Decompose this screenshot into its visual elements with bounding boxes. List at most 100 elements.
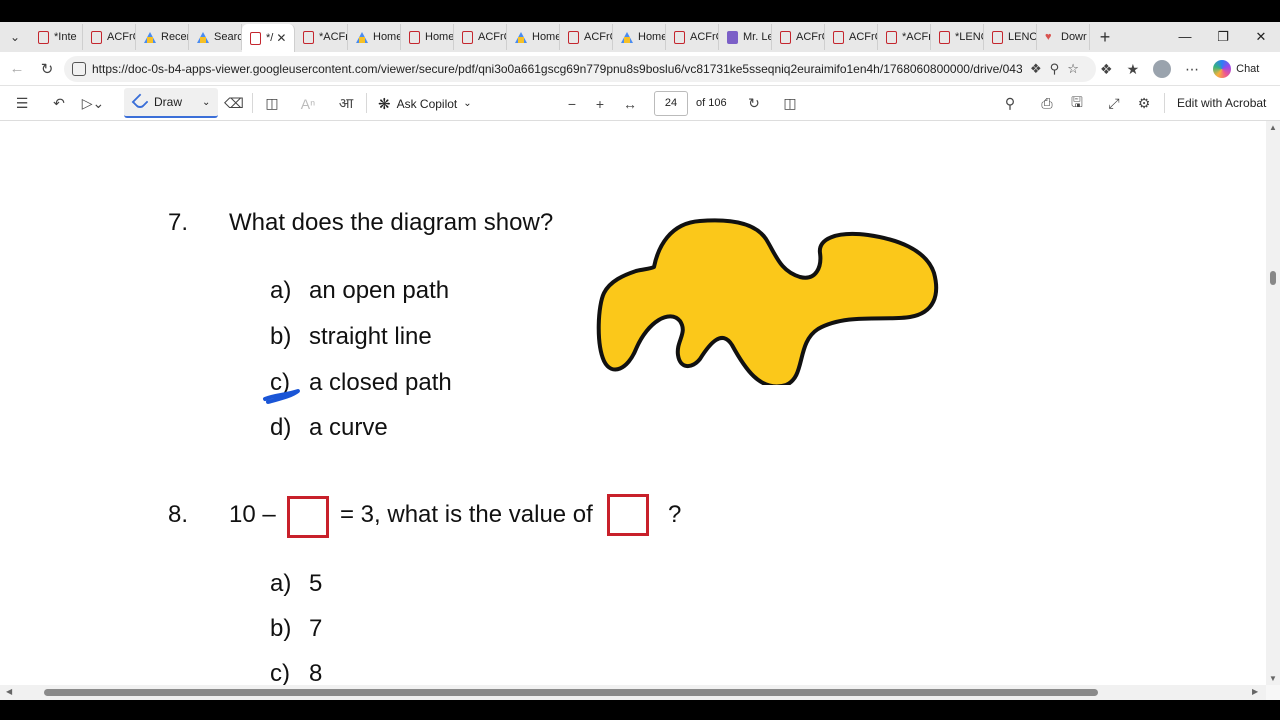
extensions-icon[interactable]: ❖ — [1100, 61, 1113, 78]
url-text[interactable]: https://doc-0s-b4-apps-viewer.googleuser… — [92, 62, 1022, 76]
q7-option-d-letter: d) — [270, 414, 292, 441]
scroll-left-arrow[interactable]: ◀ — [6, 687, 12, 696]
zoom-out-icon[interactable]: − — [562, 86, 582, 121]
rotate-icon[interactable]: ↻ — [744, 86, 764, 121]
edit-with-acrobat-button[interactable]: Edit with Acrobat — [1177, 86, 1266, 121]
chevron-down-icon: ⌄ — [463, 98, 472, 109]
contents-list-icon[interactable]: ☰ — [12, 86, 32, 121]
scroll-right-arrow[interactable]: ▶ — [1252, 687, 1258, 696]
vertical-scroll-thumb[interactable] — [1270, 271, 1276, 285]
browser-tab[interactable]: ACFrC — [454, 24, 507, 50]
horizontal-scrollbar[interactable]: ◀ ▶ — [0, 685, 1266, 700]
copilot-icon — [1213, 60, 1232, 78]
save-icon[interactable]: 🖫 — [1067, 86, 1087, 121]
q8-option-b-letter: b) — [270, 615, 292, 642]
q7-option-d-text: a curve — [309, 414, 388, 441]
profile-avatar[interactable] — [1153, 60, 1172, 78]
page-number-input[interactable]: 24 — [654, 91, 688, 116]
q8-option-c-text: 8 — [309, 660, 323, 685]
undo-icon[interactable]: ↶ — [49, 86, 69, 121]
horizontal-scroll-thumb[interactable] — [44, 689, 1098, 696]
browser-tab[interactable]: ACFrC — [666, 24, 719, 50]
favorites-icon[interactable]: ★ — [1127, 61, 1140, 78]
pdf-icon — [91, 30, 102, 44]
q8-option-a-text: 5 — [309, 570, 323, 597]
close-tab-icon[interactable]: ✕ — [276, 31, 286, 45]
favorite-star-icon[interactable]: ☆ — [1067, 61, 1079, 77]
refresh-button[interactable]: ↻ — [32, 60, 62, 78]
q7-option-b-letter: b) — [270, 323, 292, 350]
browser-tab[interactable]: Recer — [136, 24, 189, 50]
scroll-up-arrow[interactable]: ▲ — [1269, 123, 1277, 132]
print-icon[interactable]: ⎙ — [1037, 86, 1057, 121]
fit-width-icon[interactable]: ↔ — [620, 86, 640, 121]
tab-label: ACFrC — [849, 31, 877, 43]
zoom-in-icon[interactable]: + — [590, 86, 610, 121]
address-bar-row: ← ↻ https://doc-0s-b4-apps-viewer.google… — [0, 52, 1280, 86]
browser-tab[interactable]: *Inte — [30, 24, 83, 50]
draw-button[interactable]: Draw ⌄ — [124, 88, 218, 118]
browser-tab[interactable]: Home — [401, 24, 454, 50]
window-controls: — ❐ ✕ — [1166, 29, 1280, 45]
fullscreen-icon[interactable]: ⤢ — [1104, 86, 1124, 121]
scroll-down-arrow[interactable]: ▼ — [1269, 674, 1277, 683]
translate-icon[interactable]: आ — [336, 86, 356, 121]
back-button[interactable]: ← — [2, 60, 32, 77]
address-field[interactable]: https://doc-0s-b4-apps-viewer.googleuser… — [64, 56, 1096, 82]
page-view-icon[interactable]: ◫ — [262, 86, 282, 121]
zoom-icon[interactable]: ⚲ — [1050, 61, 1060, 77]
settings-gear-icon[interactable]: ⚙ — [1134, 86, 1154, 121]
tab-label: *ACFr — [319, 31, 348, 43]
browser-tab[interactable]: ACFrC — [560, 24, 613, 50]
close-window-button[interactable]: ✕ — [1242, 29, 1280, 45]
tab-strip: ⌄ *InteACFrCRecerSearc*/✕*ACFrHomeHomeAC… — [0, 22, 1280, 52]
page-layout-icon[interactable]: ◫ — [780, 86, 800, 121]
minimize-button[interactable]: — — [1166, 29, 1204, 45]
tab-actions-menu-button[interactable]: ⌄ — [0, 22, 30, 52]
restore-button[interactable]: ❐ — [1204, 29, 1242, 45]
highlight-icon[interactable]: ▷⌄ — [78, 86, 108, 121]
ask-copilot-button[interactable]: ❋ Ask Copilot ⌄ — [378, 86, 472, 121]
translate-icon[interactable]: ❖ — [1030, 61, 1042, 77]
browser-tab[interactable]: ACFrC — [825, 24, 878, 50]
chevron-down-icon: ⌄ — [9, 30, 21, 44]
pen-icon — [131, 93, 149, 111]
copilot-chat-button[interactable]: Chat — [1213, 60, 1259, 78]
new-tab-button[interactable]: + — [1090, 27, 1120, 48]
browser-tab[interactable]: LENO — [984, 24, 1037, 50]
browser-tab[interactable]: *ACFr — [295, 24, 348, 50]
eraser-icon[interactable]: ⌫ — [224, 86, 244, 121]
pdf-toolbar: ☰ ↶ ▷⌄ Draw ⌄ ⌫ ◫ Aⁿ आ ❋ Ask Copilot ⌄ −… — [0, 86, 1280, 121]
browser-tab[interactable]: */✕ — [242, 24, 295, 52]
browser-tab[interactable]: *ACFr — [878, 24, 931, 50]
browser-tab[interactable]: Home — [613, 24, 666, 50]
pdf-icon — [568, 30, 579, 44]
tab-label: Home — [373, 31, 401, 43]
browser-tab[interactable]: *LENC — [931, 24, 984, 50]
ask-copilot-label: Ask Copilot — [396, 96, 458, 111]
browser-tab[interactable]: Mr. Le — [719, 24, 772, 50]
question-8-text-end: ? — [668, 501, 682, 528]
vertical-scrollbar[interactable]: ▲ ▼ — [1266, 121, 1280, 685]
chat-label: Chat — [1236, 63, 1260, 75]
q8-option-a-letter: a) — [270, 570, 292, 597]
browser-tab[interactable]: ACFrC — [772, 24, 825, 50]
tab-label: Recer — [161, 31, 189, 43]
q8-option-c-letter: c) — [270, 660, 290, 685]
search-icon[interactable]: ⚲ — [1000, 86, 1020, 121]
tab-label: ACFrC — [690, 31, 718, 43]
browser-tab[interactable]: ACFrC — [83, 24, 136, 50]
total-pages-label: of 106 — [696, 97, 727, 109]
more-menu-icon[interactable]: ⋯ — [1185, 61, 1199, 78]
browser-tab[interactable]: Home — [507, 24, 560, 50]
site-info-icon[interactable] — [72, 62, 86, 76]
browser-tab[interactable]: Home — [348, 24, 401, 50]
ink-annotation[interactable] — [262, 383, 306, 405]
browser-tab[interactable]: Searc — [189, 24, 242, 50]
browser-tab[interactable]: ♥ Dowr — [1037, 24, 1090, 50]
pdf-icon — [992, 30, 1003, 44]
tab-label: ACFrC — [584, 31, 612, 43]
tab-label: *LENC — [955, 31, 983, 43]
heart-icon: ♥ — [1045, 30, 1052, 43]
pdf-icon — [38, 30, 49, 44]
